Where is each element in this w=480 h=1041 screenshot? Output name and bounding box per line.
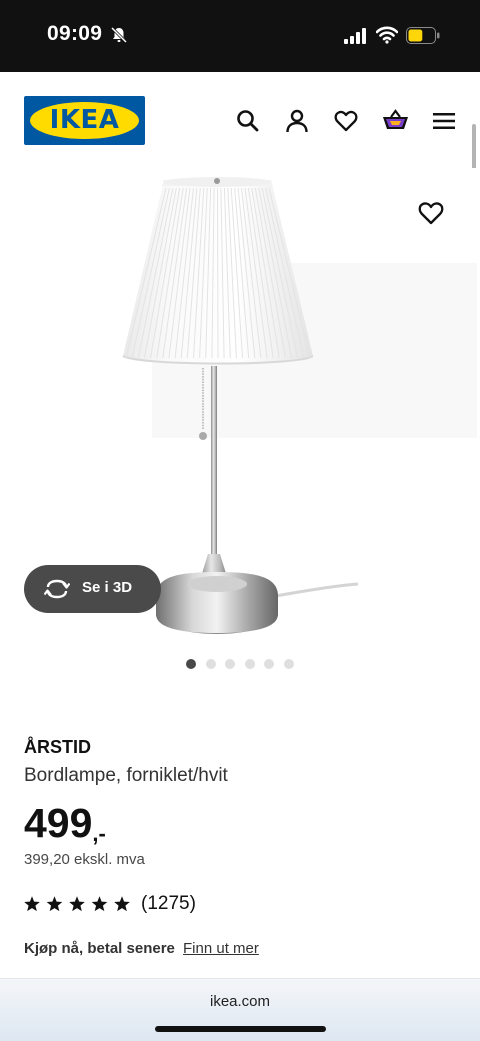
star-icon [69,896,85,912]
gallery-dot[interactable] [264,659,275,669]
price-suffix: ,- [92,821,106,846]
battery-icon [406,27,440,44]
product-description: Bordlampe, forniklet/hvit [24,765,228,786]
browser-address-bar[interactable]: ikea.com [0,978,480,1041]
basket-icon[interactable] [382,108,409,134]
star-icon [114,896,130,912]
bell-muted-icon [110,26,128,44]
search-icon[interactable] [235,108,261,134]
gallery-dot[interactable] [225,659,236,669]
gallery-dot[interactable] [186,659,196,669]
wifi-icon [376,26,398,44]
signal-icon [344,28,366,44]
find-out-more-link[interactable]: Finn ut mer [183,940,259,957]
buy-now-pay-later-text: Kjøp nå, betal senere [24,940,175,957]
home-indicator[interactable] [155,1026,326,1032]
status-bar: 09:09 [0,0,480,72]
user-icon[interactable] [284,108,310,134]
gallery-dot[interactable] [284,659,294,669]
view-3d-button[interactable]: Se i 3D [24,565,161,613]
logo-text: IKEA [49,105,120,135]
product-name[interactable]: ÅRSTID [24,737,91,758]
view-3d-label: Se i 3D [82,579,133,596]
ikea-logo[interactable]: IKEA [24,96,145,145]
url-text[interactable]: ikea.com [0,993,480,1010]
star-icon [91,896,108,912]
price-ex-vat: 399,20 ekskl. mva [24,851,145,868]
heart-icon[interactable] [333,108,359,134]
star-icon [46,896,63,912]
site-header: IKEA [0,72,480,168]
product-price: 499,- [24,800,106,847]
gallery-dot[interactable] [244,659,255,669]
star-icon [24,896,40,912]
rotate-3d-icon [44,579,70,599]
favorite-heart-icon[interactable] [417,200,445,226]
price-value: 499 [24,800,93,846]
rating-stars[interactable] [24,895,130,913]
gallery-dot[interactable] [205,659,216,669]
status-time: 09:09 [47,22,103,45]
rating-count[interactable]: (1275) [141,893,196,915]
menu-icon[interactable] [431,108,457,134]
